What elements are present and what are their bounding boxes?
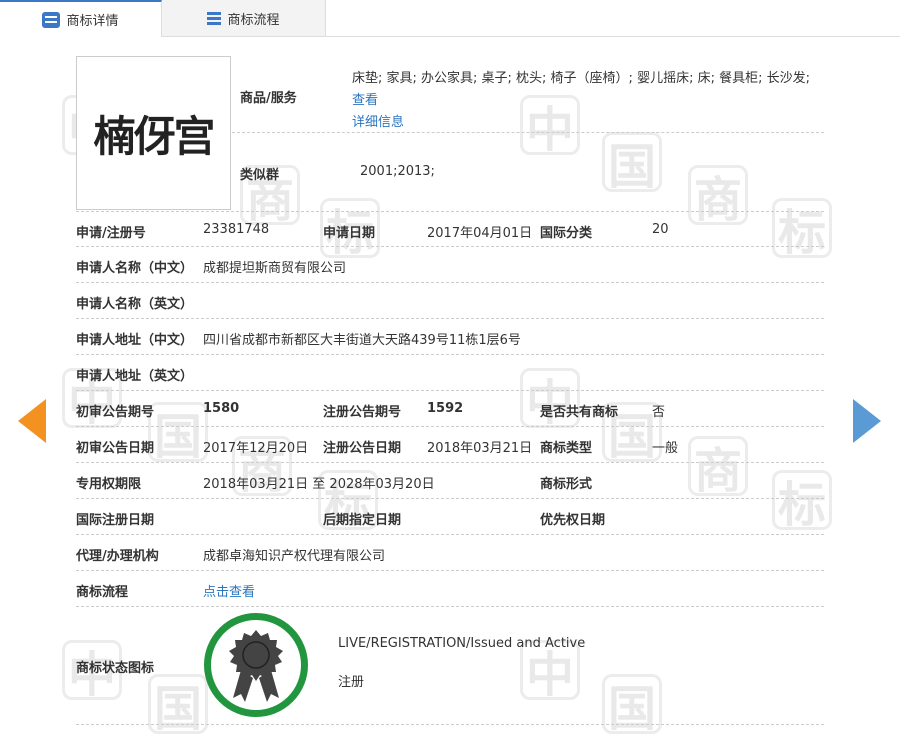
similar-group-label: 类似群 [240, 168, 280, 183]
detail-row: 申请/注册号 23381748 申请日期 2017年04月01日 国际分类 20 [76, 211, 824, 247]
goods-row: 商品/服务 床垫; 家具; 办公家具; 桌子; 枕头; 椅子（座椅）; 婴儿摇床… [232, 56, 824, 133]
rosette-icon [229, 630, 283, 702]
tab-trademark-flow[interactable]: 商标流程 [162, 0, 326, 37]
reg-pub-no-label: 注册公告期号 [323, 405, 402, 420]
reg-no-value: 23381748 [203, 222, 270, 237]
detail-row: 申请人名称（英文） [76, 283, 824, 319]
intl-class-value: 20 [652, 222, 669, 237]
flow-label: 商标流程 [76, 585, 129, 600]
priority-date-label: 优先权日期 [540, 513, 606, 528]
detail-row: 申请人地址（中文） 四川省成都市新都区大丰街道大天路439号11栋1层6号 [76, 319, 824, 355]
prelim-no-label: 初审公告期号 [76, 405, 155, 420]
address-cn-label: 申请人地址（中文） [76, 333, 194, 348]
reg-pub-date-value: 2018年03月21日 [427, 441, 533, 456]
term-value: 2018年03月21日 至 2028年03月20日 [203, 477, 435, 492]
tab-label: 商标流程 [227, 12, 280, 28]
detail-row: 商标流程 点击查看 [76, 571, 824, 607]
prev-arrow-icon[interactable] [18, 399, 46, 443]
term-label: 专用权期限 [76, 477, 142, 492]
tab-trademark-details[interactable]: 商标详情 [0, 0, 162, 37]
detail-row: 初审公告日期 2017年12月20日 注册公告日期 2018年03月21日 商标… [76, 427, 824, 463]
status-line1: LIVE/REGISTRATION/Issued and Active [338, 636, 586, 651]
shared-label: 是否共有商标 [540, 405, 619, 420]
detail-row: 专用权期限 2018年03月21日 至 2028年03月20日 商标形式 [76, 463, 824, 499]
trademark-logo: 楠伢宫 [76, 56, 231, 210]
flow-view-link[interactable]: 点击查看 [203, 581, 255, 600]
agent-value: 成都卓海知识产权代理有限公司 [203, 549, 386, 564]
applicant-cn-value: 成都提坦斯商贸有限公司 [203, 261, 347, 276]
status-row: 商标状态图标 LIVE/REGISTRATION/Issued and Acti… [76, 607, 824, 725]
shared-value: 否 [652, 405, 666, 420]
goods-label: 商品/服务 [240, 91, 297, 106]
detail-row: 国际注册日期 后期指定日期 优先权日期 [76, 499, 824, 535]
intl-reg-date-label: 国际注册日期 [76, 513, 155, 528]
address-cn-value: 四川省成都市新都区大丰街道大天路439号11栋1层6号 [203, 333, 521, 348]
detail-row: 代理/办理机构 成都卓海知识产权代理有限公司 [76, 535, 824, 571]
prelim-no-value: 1580 [203, 401, 240, 416]
goods-value: 床垫; 家具; 办公家具; 桌子; 枕头; 椅子（座椅）; 婴儿摇床; 床; 餐… [352, 71, 810, 86]
detail-row: 初审公告期号 1580 注册公告期号 1592 是否共有商标 否 [76, 391, 824, 427]
view-link[interactable]: 查看 [352, 93, 378, 108]
detail-info-link[interactable]: 详细信息 [352, 115, 404, 130]
applicant-cn-label: 申请人名称（中文） [76, 261, 194, 276]
prelim-date-value: 2017年12月20日 [203, 441, 309, 456]
later-date-label: 后期指定日期 [323, 513, 402, 528]
status-line2: 注册 [338, 675, 365, 690]
next-arrow-icon[interactable] [853, 399, 881, 443]
detail-row: 申请人地址（英文） [76, 355, 824, 391]
apply-date-label: 申请日期 [323, 226, 376, 241]
status-label: 商标状态图标 [76, 661, 155, 676]
apply-date-value: 2017年04月01日 [427, 226, 533, 241]
goods-value-wrap: 床垫; 家具; 办公家具; 桌子; 枕头; 椅子（座椅）; 婴儿摇床; 床; 餐… [352, 68, 822, 134]
similar-group-row: 类似群 2001;2013; [232, 133, 824, 210]
mark-type-label: 商标类型 [540, 441, 593, 456]
agent-label: 代理/办理机构 [76, 549, 159, 564]
detail-row: 申请人名称（中文） 成都提坦斯商贸有限公司 [76, 247, 824, 283]
mark-type-value: 一般 [652, 441, 679, 456]
prelim-date-label: 初审公告日期 [76, 441, 155, 456]
tab-bar: 商标详情 商标流程 [0, 0, 900, 37]
reg-no-label: 申请/注册号 [76, 226, 146, 241]
reg-pub-no-value: 1592 [427, 401, 464, 416]
applicant-en-label: 申请人名称（英文） [76, 297, 194, 312]
similar-group-value: 2001;2013; [360, 164, 435, 179]
registered-status-badge [204, 613, 308, 717]
document-icon [42, 11, 61, 28]
list-icon [207, 11, 222, 25]
intl-class-label: 国际分类 [540, 226, 593, 241]
reg-pub-date-label: 注册公告日期 [323, 441, 402, 456]
address-en-label: 申请人地址（英文） [76, 369, 194, 384]
mark-form-label: 商标形式 [540, 477, 593, 492]
tab-label: 商标详情 [66, 14, 119, 29]
